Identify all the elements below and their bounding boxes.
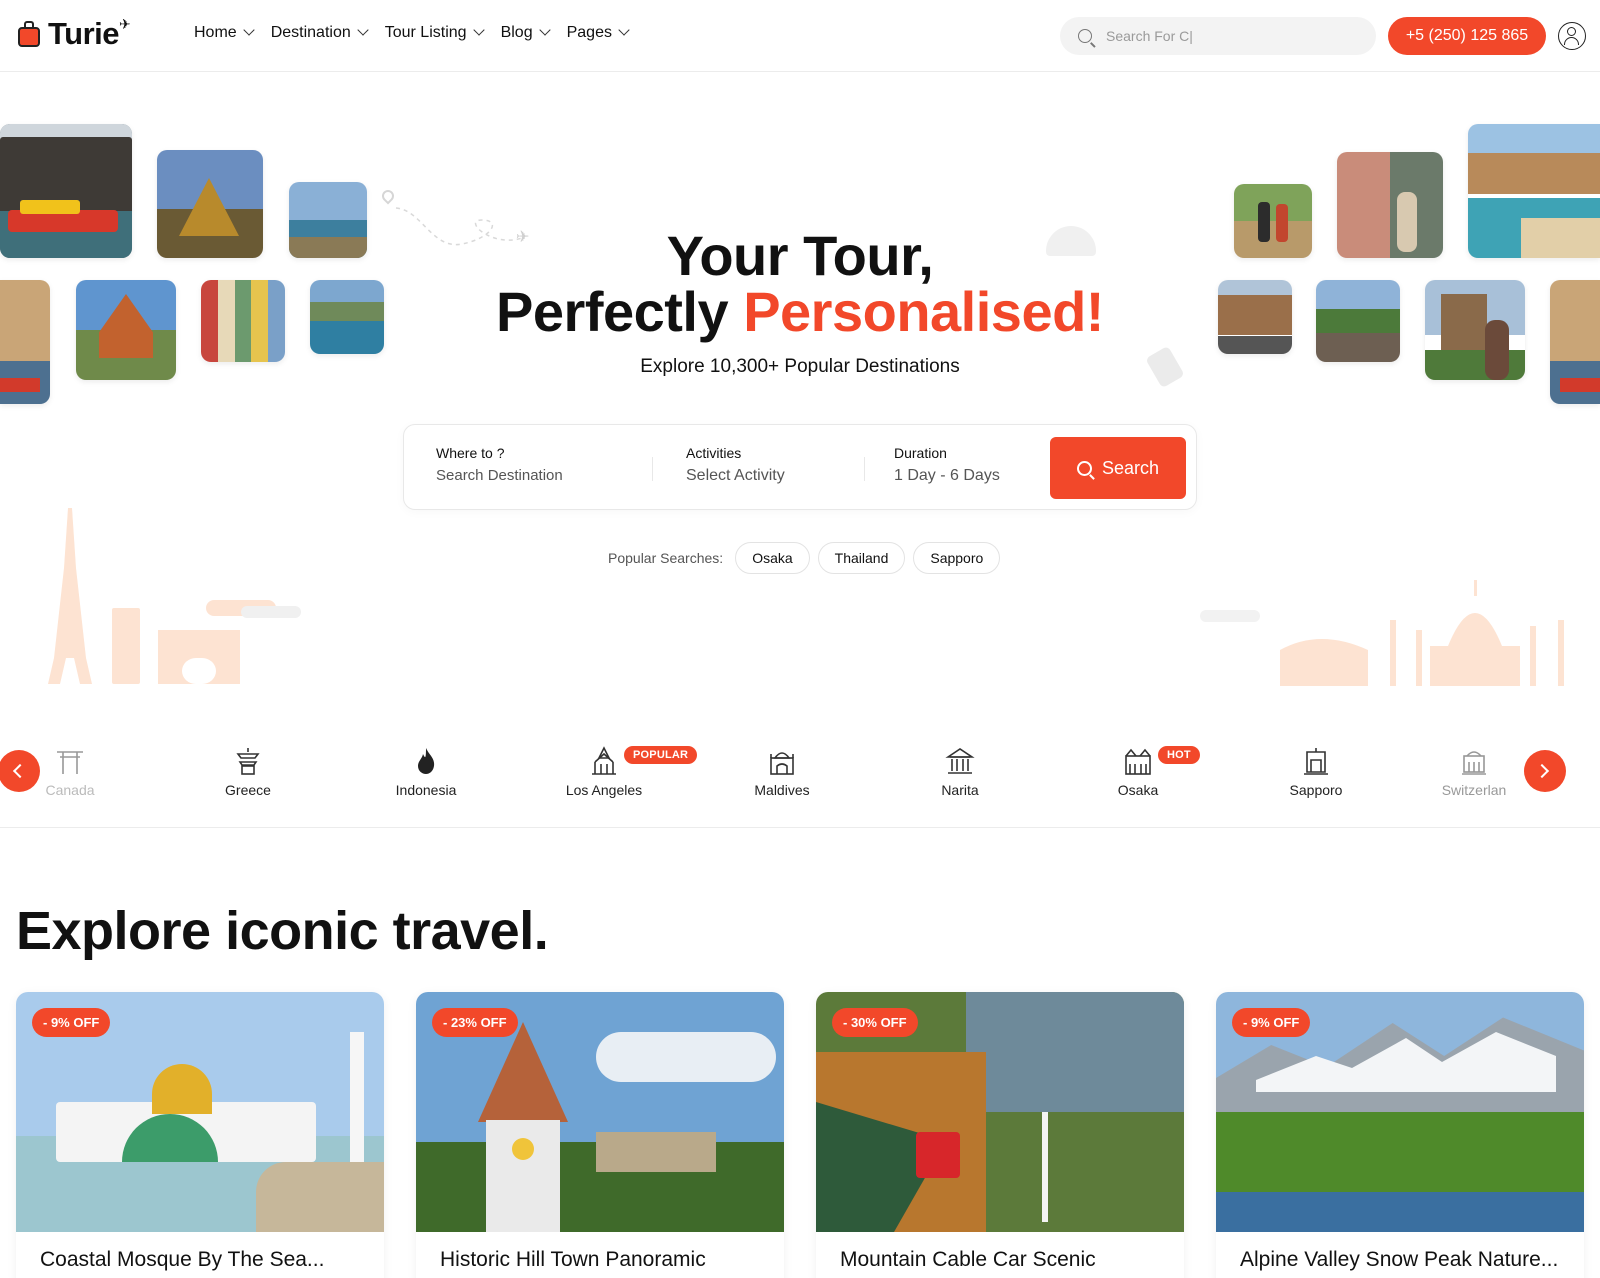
category-switzerland[interactable]: Switzerlan: [1424, 746, 1524, 798]
chevron-down-icon: [538, 24, 551, 36]
torii-gate-icon: [55, 746, 85, 776]
header-search-input[interactable]: [1106, 28, 1346, 44]
category-label: Maldives: [754, 782, 810, 798]
nav-blog-label: Blog: [500, 24, 533, 41]
tour-title[interactable]: Alpine Valley Snow Peak Nature...: [1240, 1248, 1558, 1272]
divider: [864, 457, 865, 481]
suitcase-logo-icon: [16, 19, 44, 49]
category-label: Greece: [225, 782, 271, 798]
category-label: Los Angeles: [565, 782, 643, 798]
hero-title-line2: Perfectly: [496, 280, 729, 343]
hero-title-line1: Your Tour,: [666, 224, 934, 287]
category-indonesia[interactable]: Indonesia: [356, 746, 496, 798]
building-icon: [1459, 746, 1489, 776]
nav-tour-listing[interactable]: Tour Listing: [384, 24, 485, 42]
logo[interactable]: Turie ✈: [16, 16, 135, 52]
duration-label: Duration: [894, 445, 947, 461]
nav-tour-listing-label: Tour Listing: [384, 24, 467, 41]
hero-subtitle: Explore 10,300+ Popular Destinations: [640, 356, 960, 377]
pagoda-icon: [233, 746, 263, 776]
destination-categories: Canada Greece Indonesia Los Angeles POPU…: [0, 720, 1600, 828]
chevron-down-icon: [357, 24, 369, 36]
nav-pages-label: Pages: [566, 24, 612, 41]
plane-icon: ✈: [119, 15, 131, 32]
chevron-down-icon: [243, 24, 255, 36]
user-icon[interactable]: [1558, 22, 1586, 50]
where-to-field[interactable]: Where to ? Search Destination: [436, 445, 563, 484]
palace-icon: [767, 746, 797, 776]
category-maldives[interactable]: Maldives: [712, 746, 852, 798]
activities-value: Select Activity: [686, 467, 785, 484]
chevron-left-icon: [12, 763, 28, 779]
tour-card[interactable]: - 9% OFF Coastal Mosque By The Sea...: [16, 992, 384, 1278]
tour-title[interactable]: Mountain Cable Car Scenic: [840, 1248, 1096, 1272]
hero-title: Your Tour, Perfectly Personalised!: [0, 228, 1600, 340]
categories-next-button[interactable]: [1524, 750, 1566, 792]
chevron-right-icon: [1534, 763, 1550, 779]
discount-badge: - 9% OFF: [1232, 1008, 1311, 1037]
popular-chip-thailand[interactable]: Thailand: [817, 542, 906, 574]
chevron-down-icon: [618, 24, 630, 36]
flame-icon: [411, 746, 441, 776]
search-button-label: Search: [1101, 457, 1160, 478]
hot-badge: HOT: [1158, 746, 1200, 764]
category-label: Switzerlan: [1441, 782, 1507, 798]
temple-icon: [589, 746, 619, 776]
category-label: Indonesia: [395, 782, 457, 798]
category-greece[interactable]: Greece: [178, 746, 318, 798]
section-title: Explore iconic travel.: [16, 901, 549, 961]
nav-pages[interactable]: Pages: [566, 24, 630, 42]
popular-chip-sapporo[interactable]: Sapporo: [913, 542, 1001, 574]
nav-destination-label: Destination: [270, 24, 351, 41]
site-header: Turie ✈ Home Destination Tour Listing Bl…: [0, 0, 1600, 72]
tour-title[interactable]: Coastal Mosque By The Sea...: [40, 1248, 324, 1272]
castle-icon: [1123, 746, 1153, 776]
landmarks-skyline-right: [1200, 580, 1564, 686]
capitol-icon: [945, 746, 975, 776]
tour-card[interactable]: - 23% OFF Historic Hill Town Panoramic: [416, 992, 784, 1278]
where-to-label: Where to ?: [436, 445, 505, 461]
nav-destination[interactable]: Destination: [270, 24, 369, 42]
nav-home[interactable]: Home: [194, 24, 255, 42]
duration-field[interactable]: Duration 1 Day - 6 Days: [894, 445, 1000, 485]
trip-search-form: Where to ? Search Destination Activities…: [403, 424, 1197, 510]
category-label: Sapporo: [1289, 782, 1343, 798]
landmarks-skyline-left: [48, 508, 301, 684]
categories-prev-button[interactable]: [0, 750, 40, 792]
where-to-value: Search Destination: [436, 467, 563, 484]
monument-icon: [1301, 746, 1331, 776]
logo-text: Turie: [48, 16, 120, 51]
popular-searches: Popular Searches: Osaka Thailand Sapporo: [608, 542, 1001, 574]
main-nav: Home Destination Tour Listing Blog Pages: [194, 24, 646, 42]
divider: [652, 457, 653, 481]
category-label: Narita: [941, 782, 979, 798]
header-search: [1060, 17, 1376, 55]
category-sapporo[interactable]: Sapporo: [1246, 746, 1386, 798]
discount-badge: - 23% OFF: [432, 1008, 518, 1037]
popular-badge: POPULAR: [624, 746, 698, 764]
popular-searches-label: Popular Searches:: [608, 550, 724, 566]
activities-field[interactable]: Activities Select Activity: [686, 445, 785, 485]
search-icon: [1078, 29, 1092, 43]
duration-value: 1 Day - 6 Days: [894, 467, 1000, 484]
discount-badge: - 9% OFF: [32, 1008, 111, 1037]
popular-chip-osaka[interactable]: Osaka: [735, 542, 810, 574]
search-button[interactable]: Search: [1050, 437, 1186, 499]
tour-title[interactable]: Historic Hill Town Panoramic: [440, 1248, 706, 1272]
search-icon: [1076, 460, 1092, 476]
nav-blog[interactable]: Blog: [500, 24, 551, 42]
discount-badge: - 30% OFF: [832, 1008, 918, 1037]
nav-home-label: Home: [194, 24, 237, 41]
activities-label: Activities: [686, 445, 742, 461]
tour-card[interactable]: - 30% OFF Mountain Cable Car Scenic: [816, 992, 1184, 1278]
category-label: Osaka: [1117, 782, 1159, 798]
hero-title-accent: Personalised!: [743, 280, 1104, 343]
chevron-down-icon: [472, 24, 485, 36]
phone-button[interactable]: +5 (250) 125 865: [1388, 17, 1546, 55]
tour-card[interactable]: - 9% OFF Alpine Valley Snow Peak Nature.…: [1216, 992, 1584, 1278]
category-narita[interactable]: Narita: [890, 746, 1030, 798]
